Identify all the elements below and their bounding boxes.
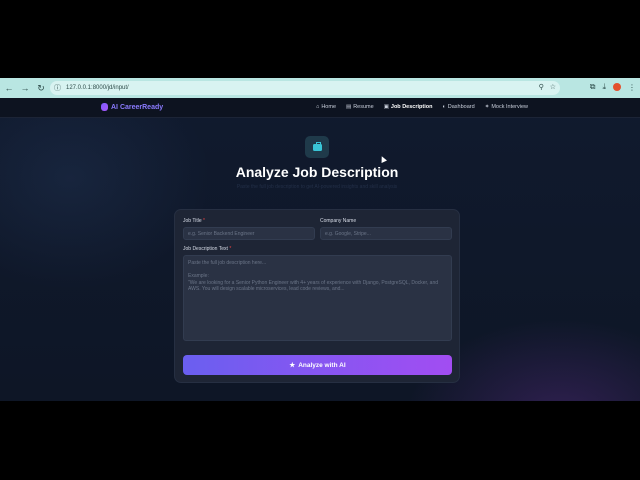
download-icon[interactable]: ⤓	[602, 82, 606, 92]
home-icon: ⌂	[316, 104, 320, 110]
brand[interactable]: AI CareerReady	[101, 103, 163, 111]
briefcase-icon	[312, 141, 322, 151]
nav-link-resume[interactable]: ▤ Resume	[346, 104, 374, 110]
nav-link-job-description[interactable]: ▣ Job Description	[384, 104, 433, 110]
briefcase-icon: ▣	[383, 104, 389, 110]
jd-text-label: Job Description Text *	[183, 246, 231, 252]
bookmark-star-icon[interactable]: ☆	[550, 83, 556, 91]
nav-link-dashboard[interactable]: ◐ Dashboard	[442, 104, 474, 110]
jd-textarea[interactable]: Paste the full job description here... E…	[183, 255, 452, 341]
extensions-icon[interactable]: ⧉	[590, 82, 596, 92]
address-bar-actions: ⚲ ☆	[539, 83, 556, 91]
address-bar[interactable]: ⓘ 127.0.0.1:8000/jd/input/ ⚲ ☆	[50, 81, 560, 95]
nav-link-label: Home	[321, 104, 336, 110]
required-asterisk: *	[229, 246, 232, 252]
nav-links: ⌂ Home ▤ Resume ▣ Job Description ◐ Dash…	[316, 104, 528, 110]
profile-avatar[interactable]	[613, 83, 621, 91]
document-icon: ▤	[346, 104, 352, 110]
dashboard-icon: ◐	[442, 104, 446, 110]
brand-name: AI CareerReady	[111, 103, 164, 111]
nav-link-label: Resume	[353, 104, 374, 110]
screen: ← → ↻ ⓘ 127.0.0.1:8000/jd/input/ ⚲ ☆ ⧉ ⤓…	[0, 0, 640, 480]
nav-link-label: Dashboard	[447, 104, 475, 110]
page-viewport: AI CareerReady ⌂ Home ▤ Resume ▣ Job Des…	[0, 98, 640, 401]
wand-icon: ★	[289, 362, 296, 369]
analyze-with-ai-button[interactable]: ★ Analyze with AI	[183, 355, 452, 375]
page-subtitle: Paste the full job description to get AI…	[236, 184, 398, 190]
site-info-icon[interactable]: ⓘ	[54, 83, 64, 93]
mouse-cursor	[379, 155, 387, 163]
jd-form-card: Job Title * Company Name Job Description…	[174, 209, 460, 383]
browser-toolbar: ← → ↻ ⓘ 127.0.0.1:8000/jd/input/ ⚲ ☆ ⧉ ⤓…	[0, 78, 640, 98]
mic-icon: ✶	[484, 104, 490, 110]
nav-link-home[interactable]: ⌂ Home	[316, 104, 336, 110]
job-title-input[interactable]	[183, 227, 315, 240]
page-title: Analyze Job Description	[235, 164, 399, 180]
job-title-label-text: Job Title	[183, 218, 202, 224]
brain-logo-icon	[101, 103, 108, 111]
company-name-input[interactable]	[320, 227, 452, 240]
zoom-icon[interactable]: ⚲	[539, 83, 544, 91]
nav-link-label: Mock Interview	[491, 104, 528, 110]
nav-link-mock-interview[interactable]: ✶ Mock Interview	[485, 104, 528, 110]
url-text[interactable]: 127.0.0.1:8000/jd/input/	[66, 85, 129, 91]
job-title-label: Job Title *	[183, 218, 205, 224]
analyze-button-label: Analyze with AI	[298, 361, 346, 369]
briefcase-hero-icon	[305, 136, 329, 158]
required-asterisk: *	[203, 218, 205, 224]
nav-link-label: Job Description	[390, 104, 433, 110]
arrow-left-icon[interactable]: ←	[2, 81, 16, 95]
arrow-right-icon[interactable]: →	[18, 81, 32, 95]
top-navbar: AI CareerReady ⌂ Home ▤ Resume ▣ Job Des…	[0, 98, 640, 118]
jd-text-label-text: Job Description Text	[183, 246, 228, 252]
company-name-label: Company Name	[320, 218, 357, 224]
menu-kebab-icon[interactable]: ⋮	[628, 83, 636, 92]
browser-actions: ⧉ ⤓ ⋮	[590, 82, 636, 92]
reload-icon[interactable]: ↻	[34, 81, 48, 95]
